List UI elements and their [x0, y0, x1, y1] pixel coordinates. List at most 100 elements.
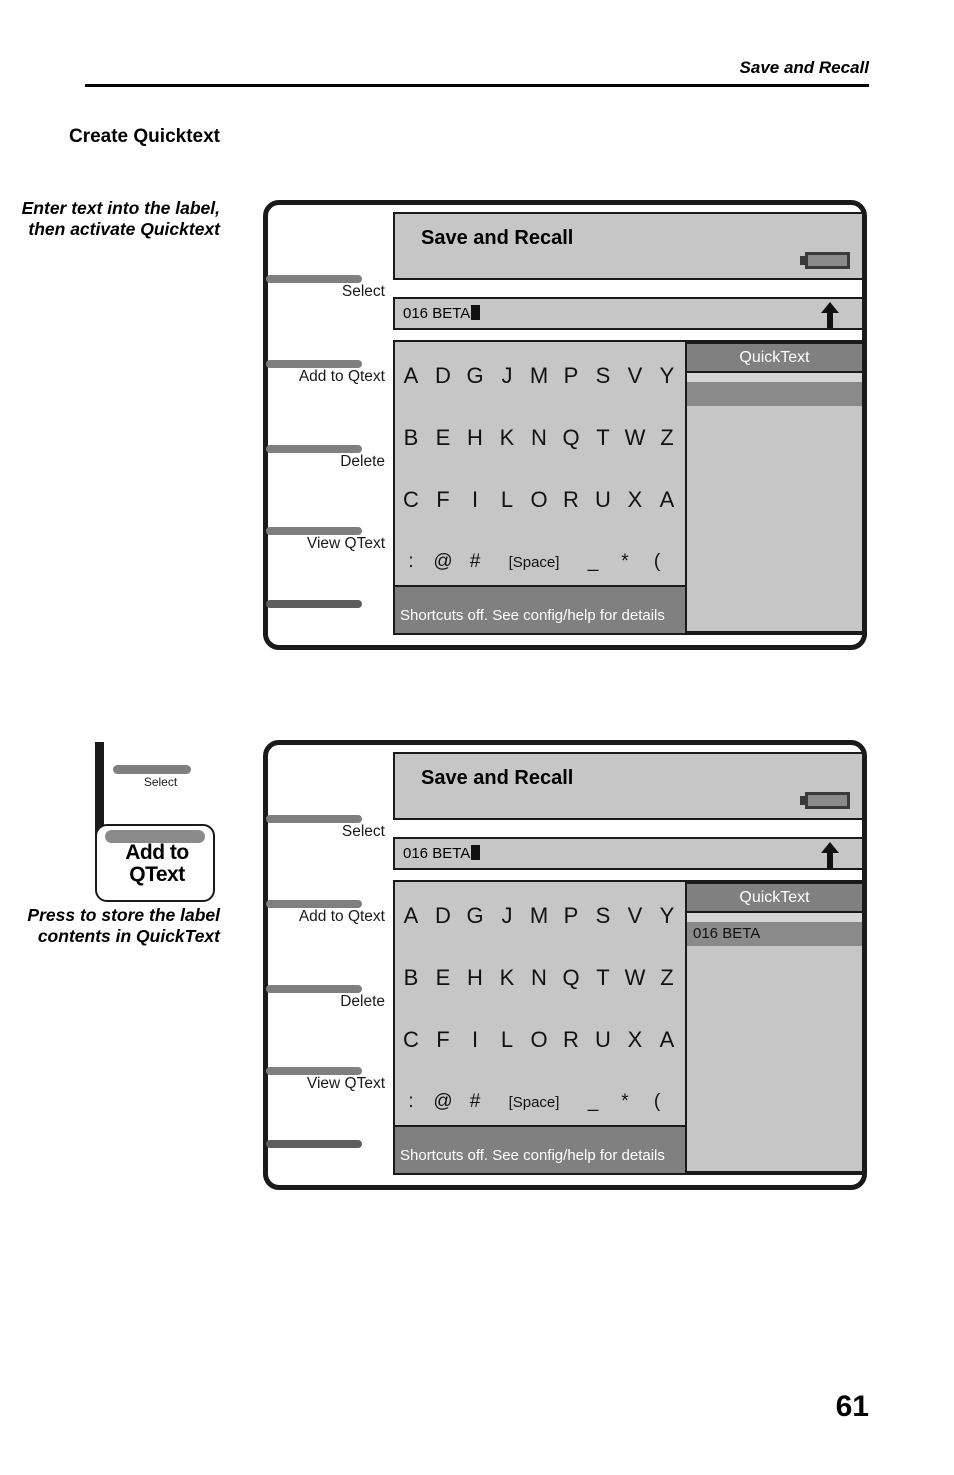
key-f[interactable]: F [427, 1027, 459, 1053]
key-:[interactable]: : [395, 1091, 427, 1113]
key-t[interactable]: T [587, 425, 619, 451]
entry-value: 016 BETA [403, 845, 481, 862]
key-*[interactable]: * [609, 551, 641, 573]
key-o[interactable]: O [523, 1027, 555, 1053]
key-w[interactable]: W [619, 965, 651, 991]
key-_[interactable]: _ [577, 551, 609, 573]
keyboard-rows-2: ADGJMPSVY BEHKNQTWZ CFILORUXA : @ # [Space]… [395, 882, 685, 1127]
key-l[interactable]: L [491, 1027, 523, 1053]
key-v[interactable]: V [619, 363, 651, 389]
keyboard-panel-2: ADGJMPSVY BEHKNQTWZ CFILORUXA : @ # [Space]… [393, 880, 864, 1175]
margin-note-heading: Create Quicktext [68, 126, 220, 147]
keyboard-row-1[interactable]: ADGJMPSVY [395, 896, 685, 936]
softkey-label: Select [341, 823, 385, 840]
key-*[interactable]: * [609, 1091, 641, 1113]
key-q[interactable]: Q [555, 425, 587, 451]
key-([interactable]: ( [641, 1091, 673, 1113]
softkey-label-text: View QText [306, 535, 385, 552]
key-g[interactable]: G [459, 903, 491, 929]
key-i[interactable]: I [459, 1027, 491, 1053]
key-s[interactable]: S [587, 903, 619, 929]
key-h[interactable]: H [459, 965, 491, 991]
softkey-label: Add to Qtext [268, 908, 385, 926]
key-y[interactable]: Y [651, 363, 683, 389]
quicktext-panel-2[interactable]: QuickText 016 BETA [685, 882, 862, 1173]
key-m[interactable]: M [523, 363, 555, 389]
key-n[interactable]: N [523, 425, 555, 451]
device-screenshot-2: Select Add to Qtext Delete View QText Sa… [263, 740, 867, 1190]
keyboard-row-2[interactable]: BEHKNQTWZ [395, 418, 685, 458]
keyboard-row-3[interactable]: CFILORUXA [395, 480, 685, 520]
key-d[interactable]: D [427, 363, 459, 389]
key-#[interactable]: # [459, 551, 491, 573]
key-([interactable]: ( [641, 551, 673, 573]
key-g[interactable]: G [459, 363, 491, 389]
header-rule [85, 84, 869, 87]
key-b[interactable]: B [395, 965, 427, 991]
key-w[interactable]: W [619, 425, 651, 451]
keyboard-row-1[interactable]: ADGJMPSVY [395, 356, 685, 396]
margin-note-press: Press to store the label contents in Qui… [27, 905, 220, 946]
key-x[interactable]: X [619, 1027, 651, 1053]
callout-highlight-box: Add to QText [95, 824, 215, 902]
key-u[interactable]: U [587, 1027, 619, 1053]
key-z[interactable]: Z [651, 425, 683, 451]
key-:[interactable]: : [395, 551, 427, 573]
quicktext-selected-row[interactable]: 016 BETA [687, 922, 862, 946]
key-c[interactable]: C [395, 1027, 427, 1053]
key-n[interactable]: N [523, 965, 555, 991]
key-space[interactable]: [Space] [491, 554, 577, 571]
keyboard-row-3[interactable]: CFILORUXA [395, 1020, 685, 1060]
battery-icon [800, 252, 850, 269]
key-p[interactable]: P [555, 363, 587, 389]
device-screenshot-1: Select Add to Qtext Delete View QText Sa… [263, 200, 867, 650]
key-_[interactable]: _ [577, 1091, 609, 1113]
key-z[interactable]: Z [651, 965, 683, 991]
keyboard-row-4[interactable]: : @ # [Space] _ *( [395, 1082, 685, 1122]
softkey-label: Delete [340, 993, 385, 1010]
key-#[interactable]: # [459, 1091, 491, 1113]
key-a[interactable]: A [651, 1027, 683, 1053]
softkey-label: Add to Qtext [268, 368, 385, 386]
key-k[interactable]: K [491, 965, 523, 991]
keyboard-row-4[interactable]: : @ # [Space] _ *( [395, 542, 685, 582]
key-j[interactable]: J [491, 363, 523, 389]
key-c[interactable]: C [395, 487, 427, 513]
keyboard-panel-1: ADGJMPSVY BEHKNQTWZ CFILORUXA : @ # [Space]… [393, 340, 864, 635]
key-@[interactable]: @ [427, 1091, 459, 1113]
key-t[interactable]: T [587, 965, 619, 991]
key-q[interactable]: Q [555, 965, 587, 991]
key-o[interactable]: O [523, 487, 555, 513]
key-e[interactable]: E [427, 965, 459, 991]
key-a[interactable]: A [395, 903, 427, 929]
key-y[interactable]: Y [651, 903, 683, 929]
softkey-label-text: Add to Qtext [298, 908, 385, 925]
key-f[interactable]: F [427, 487, 459, 513]
key-space[interactable]: [Space] [491, 1094, 577, 1111]
key-u[interactable]: U [587, 487, 619, 513]
keyboard-row-2[interactable]: BEHKNQTWZ [395, 958, 685, 998]
key-m[interactable]: M [523, 903, 555, 929]
key-i[interactable]: I [459, 487, 491, 513]
key-l[interactable]: L [491, 487, 523, 513]
quicktext-selected-row[interactable] [687, 382, 862, 406]
key-v[interactable]: V [619, 903, 651, 929]
key-a[interactable]: A [395, 363, 427, 389]
label-entry-field-1[interactable]: 016 BETA [393, 297, 864, 330]
key-e[interactable]: E [427, 425, 459, 451]
key-s[interactable]: S [587, 363, 619, 389]
key-b[interactable]: B [395, 425, 427, 451]
key-r[interactable]: R [555, 1027, 587, 1053]
key-k[interactable]: K [491, 425, 523, 451]
key-p[interactable]: P [555, 903, 587, 929]
key-@[interactable]: @ [427, 551, 459, 573]
key-a[interactable]: A [651, 487, 683, 513]
page-number: 61 [835, 1390, 869, 1423]
key-j[interactable]: J [491, 903, 523, 929]
key-r[interactable]: R [555, 487, 587, 513]
key-x[interactable]: X [619, 487, 651, 513]
key-d[interactable]: D [427, 903, 459, 929]
quicktext-panel-1[interactable]: QuickText [685, 342, 862, 633]
label-entry-field-2[interactable]: 016 BETA [393, 837, 864, 870]
key-h[interactable]: H [459, 425, 491, 451]
